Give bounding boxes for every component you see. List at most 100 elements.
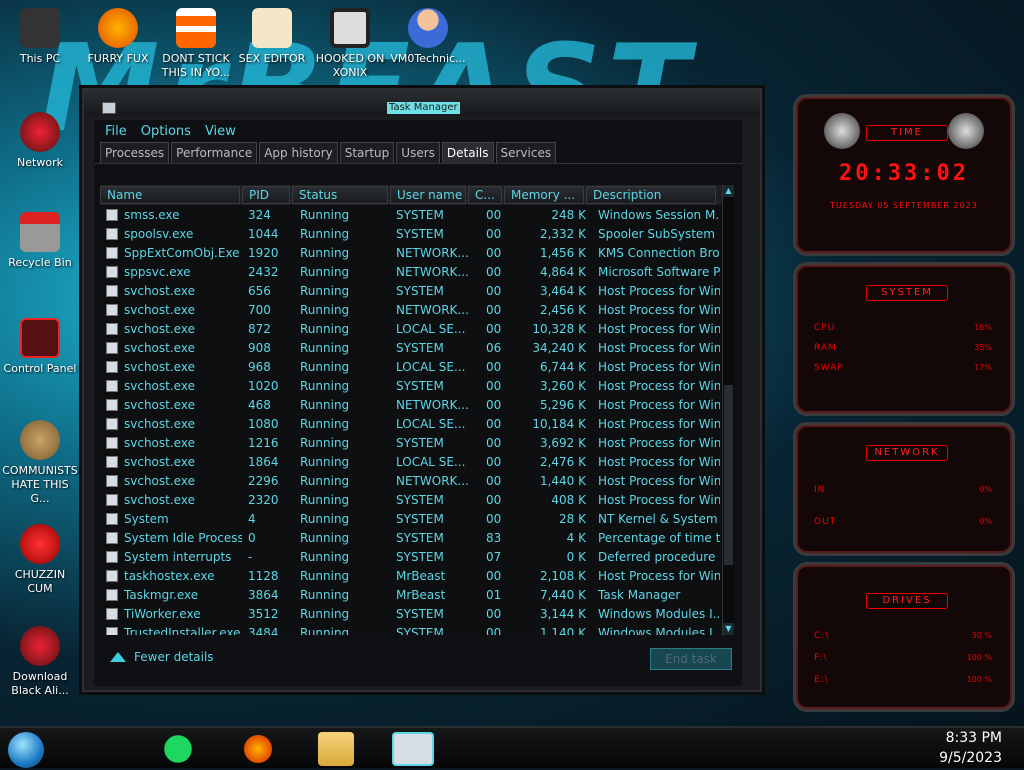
table-row[interactable]: sppsvc.exe 2432 Running NETWORK... 00 4,864 K…	[100, 262, 734, 281]
menu-options[interactable]: Options	[134, 124, 198, 139]
table-row[interactable]: svchost.exe 700 Running NETWORK... 00 2,456 K…	[100, 300, 734, 319]
table-row[interactable]: SppExtComObj.Exe 1920 Running NETWORK... 00 1…	[100, 243, 734, 262]
tab-startup[interactable]: Startup	[339, 142, 395, 163]
desktop-icon-sex-editor[interactable]: SEX EDITOR	[234, 8, 310, 66]
description-cell: Deferred procedure ...	[598, 549, 720, 564]
table-row[interactable]: svchost.exe 2320 Running SYSTEM 00 408 K Host …	[100, 490, 734, 509]
description-cell: Host Process for Win...	[598, 359, 720, 374]
column-header-memory[interactable]: Memory ...	[504, 186, 584, 204]
memory-cell: 28 K	[559, 511, 586, 526]
table-row[interactable]: System 4 Running SYSTEM 00 28 K NT Kernel & Sy…	[100, 509, 734, 528]
drive-f-label: F:\	[814, 653, 828, 663]
pid-cell: 4	[248, 511, 256, 526]
process-name-cell: svchost.exe	[100, 360, 242, 374]
column-header-name[interactable]: Name	[100, 186, 240, 204]
pid-cell: 2320	[248, 492, 279, 507]
tab-services[interactable]: Services	[495, 142, 557, 163]
table-row[interactable]: Taskmgr.exe 3864 Running MrBeast 01 7,440 K Ta…	[100, 585, 734, 604]
system-tray: 8:33 PM 9/5/2023	[874, 728, 1024, 770]
cpu-label: CPU	[814, 323, 836, 333]
desktop-icon-communists[interactable]: COMMUNISTS HATE THIS G...	[2, 420, 78, 506]
pid-cell: 2296	[248, 473, 279, 488]
process-name-cell: svchost.exe	[100, 284, 242, 298]
menu-file[interactable]: File	[98, 124, 134, 139]
firefox-icon[interactable]	[240, 732, 276, 766]
task-manager-window[interactable]: Task Manager File Options View Processes…	[82, 88, 762, 692]
description-cell: Windows Session M...	[598, 207, 720, 222]
footer: Fewer details End task	[100, 640, 734, 680]
system-widget: SYSTEM CPU 16% RAM 35% SWAP 17%	[793, 262, 1015, 416]
desktop-icon-vm0technic[interactable]: VM0Technic...	[390, 8, 466, 66]
tab-users[interactable]: Users	[396, 142, 440, 163]
desktop-icon-network[interactable]: Network	[2, 112, 78, 170]
process-icon	[106, 626, 118, 635]
table-row[interactable]: svchost.exe 2296 Running NETWORK... 00 1,440 …	[100, 471, 734, 490]
table-row[interactable]: System Idle Process 0 Running SYSTEM 83 4 K Pe…	[100, 528, 734, 547]
table-row[interactable]: TiWorker.exe 3512 Running SYSTEM 00 3,144 K Wi…	[100, 604, 734, 623]
table-row[interactable]: svchost.exe 656 Running SYSTEM 00 3,464 K Host…	[100, 281, 734, 300]
table-row[interactable]: svchost.exe 1080 Running LOCAL SE... 00 10,18…	[100, 414, 734, 433]
table-row[interactable]: TrustedInstaller.exe 3484 Running SYSTEM 00 1…	[100, 623, 734, 635]
process-name-cell: spoolsv.exe	[100, 227, 242, 241]
task-manager-taskbar-icon[interactable]	[392, 732, 434, 766]
drive-e-value: 100 %	[966, 675, 992, 684]
table-row[interactable]: svchost.exe 872 Running LOCAL SE... 00 10,328…	[100, 319, 734, 338]
table-row[interactable]: taskhostex.exe 1128 Running MrBeast 00 2,108 …	[100, 566, 734, 585]
pid-cell: 872	[248, 321, 271, 336]
column-header-description[interactable]: Description	[586, 186, 716, 204]
scroll-up-icon[interactable]: ▲	[723, 185, 734, 197]
widget-clock: 20:33:02	[839, 161, 969, 186]
table-row[interactable]: System interrupts - Running SYSTEM 07 0 K Defe…	[100, 547, 734, 566]
vertical-scrollbar[interactable]: ▲ ▼	[722, 185, 734, 635]
widget-title: TIME	[866, 125, 948, 141]
time-widget: TIME 20:33:02 TUESDAY 05 SEPTEMBER 2023	[793, 94, 1015, 256]
taskbar-time[interactable]: 8:33 PM	[946, 730, 1002, 746]
cpu-cell: 00	[486, 625, 502, 636]
start-button-icon[interactable]	[8, 732, 44, 768]
scroll-down-icon[interactable]: ▼	[723, 623, 734, 635]
desktop-icon-download-black[interactable]: Download Black Ali...	[2, 626, 78, 698]
file-explorer-icon[interactable]	[318, 732, 354, 766]
status-cell: Running	[300, 302, 350, 317]
scroll-thumb[interactable]	[724, 385, 733, 565]
tab-details[interactable]: Details	[441, 142, 494, 163]
tab-performance[interactable]: Performance	[171, 142, 258, 163]
drive-e-label: E:\	[814, 675, 829, 685]
process-name-cell: taskhostex.exe	[100, 569, 242, 583]
desktop-icon-this-pc[interactable]: This PC	[2, 8, 78, 66]
title-bar[interactable]: Task Manager	[84, 90, 760, 116]
table-row[interactable]: svchost.exe 908 Running SYSTEM 06 34,240 K Hos…	[100, 338, 734, 357]
table-row[interactable]: svchost.exe 1864 Running LOCAL SE... 00 2,476…	[100, 452, 734, 471]
table-row[interactable]: svchost.exe 1020 Running SYSTEM 00 3,260 K Hos…	[100, 376, 734, 395]
process-name-cell: Taskmgr.exe	[100, 588, 242, 602]
column-header-pid[interactable]: PID	[242, 186, 290, 204]
desktop-icon-xonix[interactable]: HOOKED ON XONIX	[312, 8, 388, 80]
menu-bar: File Options View	[94, 120, 742, 142]
end-task-button[interactable]: End task	[650, 648, 732, 670]
tab-app-history[interactable]: App history	[259, 142, 338, 163]
cpu-cell: 00	[486, 511, 502, 526]
tab-processes[interactable]: Processes	[100, 142, 170, 163]
spotify-icon[interactable]	[160, 732, 196, 766]
column-header-user[interactable]: User name	[390, 186, 466, 204]
table-row[interactable]: svchost.exe 468 Running NETWORK... 00 5,296 K…	[100, 395, 734, 414]
desktop-icon-recycle-bin[interactable]: Recycle Bin	[2, 212, 78, 270]
table-row[interactable]: svchost.exe 1216 Running SYSTEM 00 3,692 K Hos…	[100, 433, 734, 452]
taskbar-date[interactable]: 9/5/2023	[939, 750, 1002, 766]
desktop-icon-dont-stick[interactable]: DONT STICK THIS IN YO...	[158, 8, 234, 80]
desktop-icon-furry-fux[interactable]: FURRY FUX	[80, 8, 156, 66]
column-header-status[interactable]: Status	[292, 186, 388, 204]
desktop-icon-chuzzin[interactable]: CHUZZIN CUM	[2, 524, 78, 596]
fewer-details-link[interactable]: Fewer details	[110, 650, 214, 664]
cpu-cell: 06	[486, 340, 502, 355]
menu-view[interactable]: View	[198, 124, 243, 139]
memory-cell: 3,464 K	[539, 283, 586, 298]
column-header-cpu[interactable]: C...	[468, 186, 502, 204]
table-row[interactable]: smss.exe 324 Running SYSTEM 00 248 K Windows S…	[100, 205, 734, 224]
table-row[interactable]: spoolsv.exe 1044 Running SYSTEM 00 2,332 K Spo…	[100, 224, 734, 243]
table-row[interactable]: svchost.exe 968 Running LOCAL SE... 00 6,744 …	[100, 357, 734, 376]
pid-cell: 968	[248, 359, 271, 374]
widget-title: NETWORK	[866, 445, 948, 461]
status-cell: Running	[300, 359, 350, 374]
desktop-icon-control-panel[interactable]: Control Panel	[2, 318, 78, 376]
